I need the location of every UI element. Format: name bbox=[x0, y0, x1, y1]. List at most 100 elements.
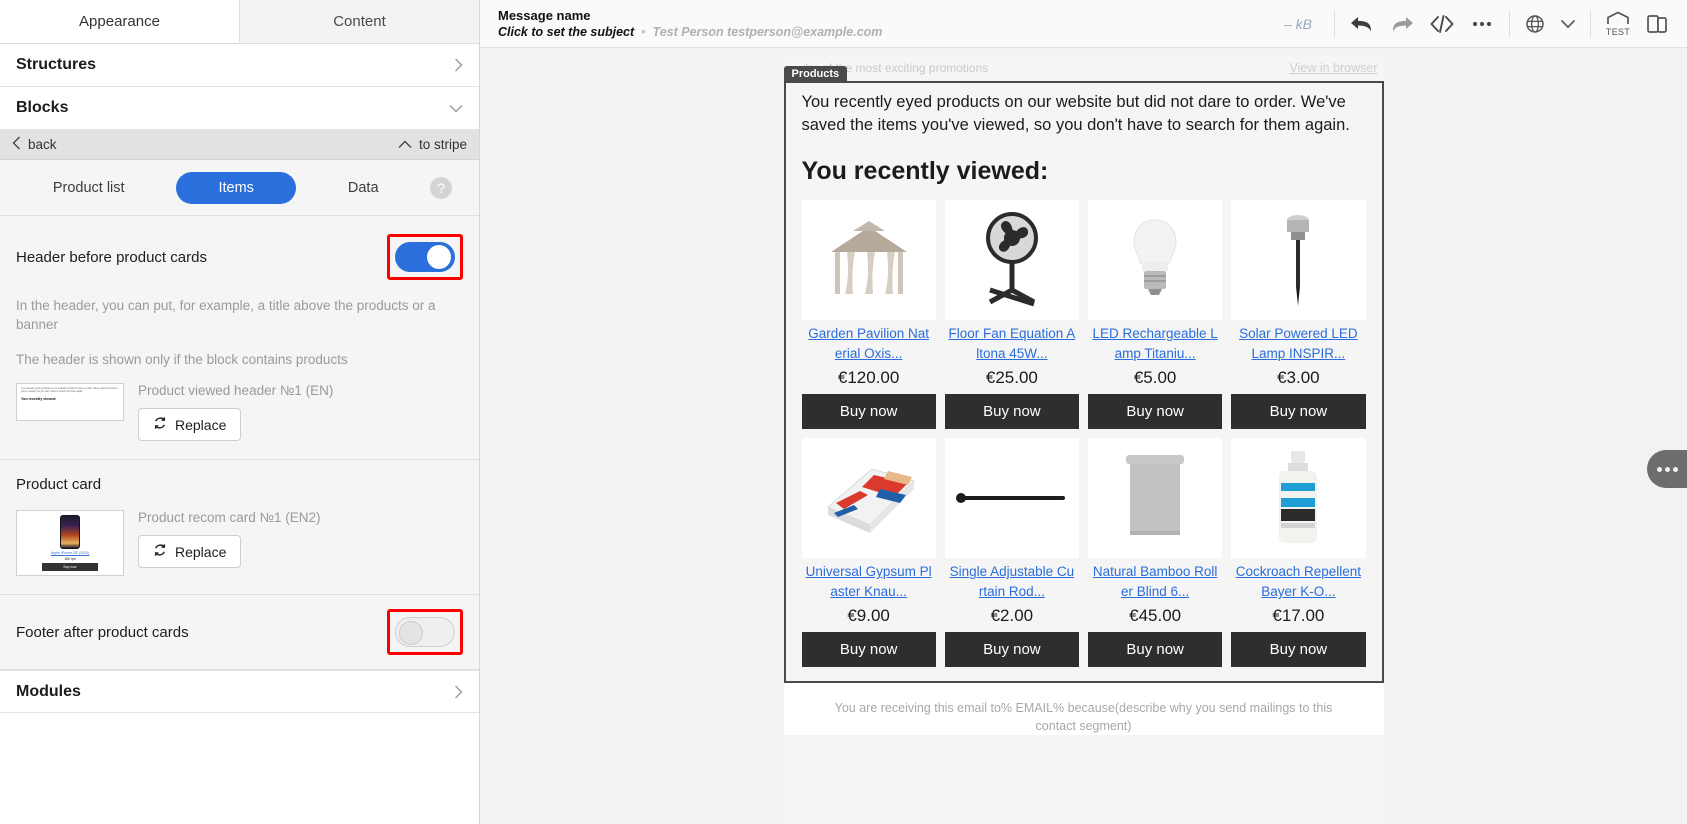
question-mark-icon[interactable]: ? bbox=[430, 176, 453, 199]
tab-content-label: Content bbox=[333, 13, 386, 30]
product-card-thumbnail-preview[interactable]: Apple iPhone SE (2020) 180 грн Buy now bbox=[16, 510, 124, 576]
products-block[interactable]: Products You recently eyed products on o… bbox=[783, 66, 1384, 683]
to-stripe-button[interactable]: to stripe bbox=[398, 137, 467, 152]
preheader-row: …der of the most exciting promotions Vie… bbox=[784, 56, 1384, 81]
solar-lamp-image bbox=[1231, 200, 1366, 320]
buy-now-button[interactable]: Buy now bbox=[944, 394, 1079, 429]
product-card-replace-button[interactable]: Replace bbox=[138, 535, 242, 568]
chevron-down-icon[interactable] bbox=[1560, 18, 1576, 30]
view-in-browser-link[interactable]: View in browser bbox=[1289, 61, 1377, 75]
segment-items[interactable]: Items bbox=[176, 171, 297, 204]
dot-icon bbox=[1672, 466, 1678, 472]
product-price: €2.00 bbox=[990, 606, 1034, 625]
message-subject-row: Click to set the subject • Test Person t… bbox=[498, 25, 882, 39]
refresh-icon bbox=[153, 416, 167, 433]
message-size-label: – kB bbox=[1283, 15, 1312, 32]
header-thumbnail-text: You recently eyed products on our websit… bbox=[21, 387, 118, 394]
product-card[interactable]: Universal Gypsum Pl aster Knau... €9.00 … bbox=[801, 438, 936, 667]
product-card[interactable]: Single Adjustable Cu rtain Rod... €2.00 … bbox=[944, 438, 1079, 667]
segment-data[interactable]: Data bbox=[322, 172, 405, 204]
led-bulb-image bbox=[1088, 200, 1223, 320]
product-name[interactable]: LED Rechargeable L amp Titaniu... bbox=[1088, 324, 1222, 364]
buy-now-button[interactable]: Buy now bbox=[801, 632, 936, 667]
footer-after-product-cards-toggle[interactable] bbox=[395, 617, 455, 647]
block-navigation-bar: back to stripe bbox=[0, 130, 479, 160]
redo-icon[interactable] bbox=[1389, 13, 1415, 35]
toggle-knob bbox=[399, 621, 423, 645]
panel-handle-button[interactable] bbox=[1647, 450, 1687, 488]
product-name[interactable]: Single Adjustable Cu rtain Rod... bbox=[945, 562, 1079, 602]
section-blocks[interactable]: Blocks bbox=[0, 87, 479, 130]
recipient-label[interactable]: Test Person testperson@example.com bbox=[653, 25, 883, 39]
products-intro-text: You recently eyed products on our websit… bbox=[801, 93, 1350, 134]
settings-sidebar: Appearance Content Structures Blocks bac… bbox=[0, 0, 480, 824]
product-card-asset-meta: Product recom card №1 (EN2) Replace bbox=[138, 510, 321, 568]
subject-placeholder[interactable]: Click to set the subject bbox=[498, 25, 634, 39]
header-asset-name: Product viewed header №1 (EN) bbox=[138, 383, 334, 398]
chevron-up-icon bbox=[398, 137, 412, 152]
product-card[interactable]: Natural Bamboo Roll er Blind 6... €45.00… bbox=[1088, 438, 1223, 667]
message-name[interactable]: Message name bbox=[498, 8, 882, 23]
segment-data-label: Data bbox=[347, 179, 379, 196]
products-block-tag: Products bbox=[783, 66, 848, 83]
product-card[interactable]: Solar Powered LED Lamp INSPIR... €3.00 B… bbox=[1231, 200, 1366, 429]
header-option-hint2: The header is shown only if the block co… bbox=[16, 352, 348, 367]
product-price: €25.00 bbox=[985, 368, 1038, 387]
tab-content[interactable]: Content bbox=[240, 0, 479, 43]
test-email-icon[interactable]: TEST bbox=[1605, 11, 1631, 37]
test-email-label: TEST bbox=[1605, 26, 1631, 37]
product-card[interactable]: Cockroach Repellent Bayer K-O... €17.00 … bbox=[1231, 438, 1366, 667]
buy-now-button[interactable]: Buy now bbox=[1088, 632, 1223, 667]
product-name[interactable]: Natural Bamboo Roll er Blind 6... bbox=[1088, 562, 1222, 602]
toolbar-divider bbox=[1509, 10, 1510, 37]
product-card-replace-label: Replace bbox=[175, 543, 227, 560]
product-card-asset-name: Product recom card №1 (EN2) bbox=[138, 510, 321, 525]
message-meta: Message name Click to set the subject • … bbox=[498, 8, 882, 39]
section-modules[interactable]: Modules bbox=[0, 670, 479, 713]
header-replace-button[interactable]: Replace bbox=[138, 408, 242, 441]
segment-product-list[interactable]: Product list bbox=[27, 172, 151, 204]
app-root: Appearance Content Structures Blocks bac… bbox=[0, 0, 1687, 824]
back-button[interactable]: back bbox=[12, 136, 57, 153]
footer-toggle-highlight bbox=[387, 609, 463, 655]
product-card[interactable]: Garden Pavilion Nat erial Oxis... €120.0… bbox=[801, 200, 936, 429]
header-thumbnail-title: You recently viewed: bbox=[21, 396, 57, 401]
chevron-down-icon bbox=[449, 104, 463, 113]
product-name[interactable]: Solar Powered LED Lamp INSPIR... bbox=[1231, 324, 1365, 364]
header-option-head: Header before product cards bbox=[16, 230, 463, 284]
section-structures[interactable]: Structures bbox=[0, 44, 479, 87]
sidebar-tabbar: Appearance Content bbox=[0, 0, 479, 44]
dot-icon bbox=[1664, 466, 1670, 472]
toolbar-divider bbox=[1590, 10, 1591, 37]
buy-now-button[interactable]: Buy now bbox=[801, 394, 936, 429]
gypsum-bag-image bbox=[801, 438, 936, 558]
chevron-right-icon bbox=[454, 685, 463, 699]
block-settings-segments: Product list Items Data ? bbox=[0, 160, 479, 216]
product-card[interactable]: Floor Fan Equation A ltona 45W... €25.00… bbox=[944, 200, 1079, 429]
header-replace-label: Replace bbox=[175, 416, 227, 433]
tab-appearance[interactable]: Appearance bbox=[0, 0, 240, 43]
header-option-label: Header before product cards bbox=[16, 248, 207, 266]
product-name[interactable]: Floor Fan Equation A ltona 45W... bbox=[945, 324, 1079, 364]
more-horizontal-icon[interactable] bbox=[1469, 13, 1495, 35]
section-modules-label: Modules bbox=[16, 682, 81, 700]
buy-now-button[interactable]: Buy now bbox=[1088, 394, 1223, 429]
header-thumbnail-preview[interactable]: You recently eyed products on our websit… bbox=[16, 383, 124, 421]
segment-items-label: Items bbox=[218, 179, 254, 196]
preview-panel-icon[interactable] bbox=[1645, 12, 1669, 36]
undo-icon[interactable] bbox=[1349, 13, 1375, 35]
product-grid: Garden Pavilion Nat erial Oxis... €120.0… bbox=[801, 200, 1366, 667]
globe-icon[interactable] bbox=[1524, 13, 1546, 35]
header-before-product-cards-toggle[interactable] bbox=[395, 242, 455, 272]
refresh-icon bbox=[153, 543, 167, 560]
buy-now-button[interactable]: Buy now bbox=[944, 632, 1079, 667]
product-name[interactable]: Cockroach Repellent Bayer K-O... bbox=[1231, 562, 1365, 602]
product-name[interactable]: Universal Gypsum Pl aster Knau... bbox=[802, 562, 936, 602]
code-icon[interactable] bbox=[1429, 13, 1455, 35]
footer-option-label: Footer after product cards bbox=[16, 623, 189, 641]
buy-now-button[interactable]: Buy now bbox=[1231, 394, 1366, 429]
header-asset-row: You recently eyed products on our websit… bbox=[16, 383, 463, 441]
product-card[interactable]: LED Rechargeable L amp Titaniu... €5.00 … bbox=[1088, 200, 1223, 429]
buy-now-button[interactable]: Buy now bbox=[1231, 632, 1366, 667]
product-name[interactable]: Garden Pavilion Nat erial Oxis... bbox=[802, 324, 936, 364]
